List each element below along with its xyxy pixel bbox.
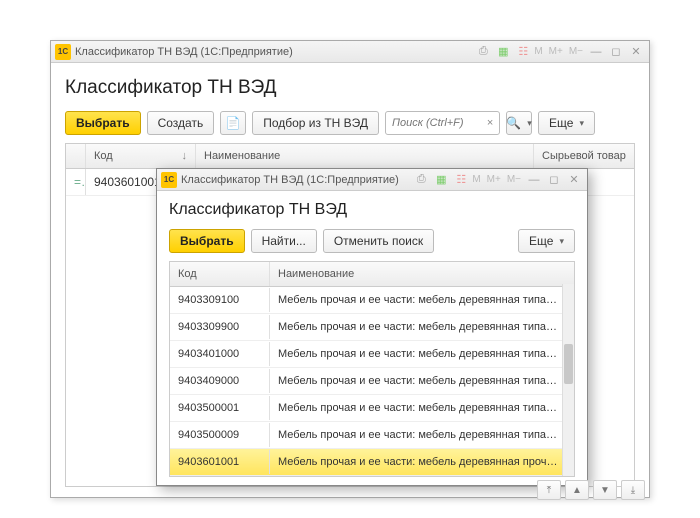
maximize-icon[interactable]: ◻ (607, 44, 625, 60)
search-input[interactable] (386, 117, 481, 129)
table-row[interactable]: 9403309100Мебель прочая и ее части: мебе… (170, 287, 574, 314)
table-row[interactable]: 9403500001Мебель прочая и ее части: мебе… (170, 395, 574, 422)
mem-mminus[interactable]: M− (567, 46, 585, 57)
popup-table-head: Код Наименование (170, 262, 574, 287)
print-icon[interactable]: ⎙ (474, 44, 492, 60)
table-row[interactable]: 9403309900Мебель прочая и ее части: мебе… (170, 314, 574, 341)
table-row[interactable]: 9403500009Мебель прочая и ее части: мебе… (170, 422, 574, 449)
table-row[interactable]: 9403409000Мебель прочая и ее части: мебе… (170, 368, 574, 395)
cell-code: 9403500009 (170, 423, 270, 447)
mem-mplus[interactable]: M+ (485, 174, 503, 185)
main-toolbar: Выбрать Создать 📄 Подбор из ТН ВЭД × 🔍 Е… (65, 111, 635, 135)
cell-code: 9403401000 (170, 342, 270, 366)
more-button[interactable]: Еще (518, 229, 575, 253)
scrollbar[interactable] (562, 284, 574, 476)
footer-nav: ⤒ ▲ ▼ ⤓ (537, 480, 645, 500)
page-title: Классификатор ТН ВЭД (65, 77, 635, 99)
col-code[interactable]: Код↓ (86, 144, 196, 168)
calendar-icon[interactable]: ☷ (452, 172, 470, 188)
nav-first-icon[interactable]: ⤒ (537, 480, 561, 500)
import-button[interactable]: Подбор из ТН ВЭД (252, 111, 379, 135)
window-title: Классификатор ТН ВЭД (1С:Предприятие) (75, 46, 472, 58)
sort-indicator-icon: ↓ (182, 150, 188, 162)
cell-name: Мебель прочая и ее части: мебель деревян… (270, 423, 574, 447)
row-marker-icon: = (66, 169, 86, 195)
find-button[interactable]: Найти... (251, 229, 317, 253)
mem-m[interactable]: M (470, 174, 482, 185)
cell-name: Мебель прочая и ее части: мебель деревян… (270, 288, 574, 312)
memory-buttons: M M+ M− (470, 174, 523, 185)
copy-icon[interactable]: 📄 (220, 111, 246, 135)
cell-code: 9403500001 (170, 396, 270, 420)
cell-code: 9403601001 (170, 450, 270, 474)
cell-name: Мебель прочая и ее части: мебель деревян… (270, 342, 574, 366)
popup-titlebar: 1С Классификатор ТН ВЭД (1С:Предприятие)… (157, 169, 587, 191)
col-name[interactable]: Наименование (270, 262, 574, 286)
cell-code: 9403409000 (170, 369, 270, 393)
cell-name: Мебель прочая и ее части: мебель деревян… (270, 396, 574, 420)
calc-icon[interactable]: ▦ (432, 172, 450, 188)
scrollbar-thumb[interactable] (564, 344, 573, 384)
mem-mplus[interactable]: M+ (547, 46, 565, 57)
table-row[interactable]: 9403601001Мебель прочая и ее части: мебе… (170, 449, 574, 476)
popup-heading: Классификатор ТН ВЭД (169, 201, 575, 219)
app-logo-icon: 1С (161, 172, 177, 188)
popup-table: Код Наименование 9403309100Мебель прочая… (169, 261, 575, 477)
search-input-wrap: × (385, 111, 500, 135)
cell-name: Мебель прочая и ее части: мебель деревян… (270, 315, 574, 339)
nav-last-icon[interactable]: ⤓ (621, 480, 645, 500)
col-code[interactable]: Код (170, 262, 270, 286)
maximize-icon[interactable]: ◻ (545, 172, 563, 188)
minimize-icon[interactable]: — (587, 44, 605, 60)
memory-buttons: M M+ M− (532, 46, 585, 57)
cancel-search-button[interactable]: Отменить поиск (323, 229, 434, 253)
popup-toolbar: Выбрать Найти... Отменить поиск Еще (169, 229, 575, 253)
nav-down-icon[interactable]: ▼ (593, 480, 617, 500)
select-button[interactable]: Выбрать (169, 229, 245, 253)
popup-window: 1С Классификатор ТН ВЭД (1С:Предприятие)… (156, 168, 588, 486)
app-logo-icon: 1С (55, 44, 71, 60)
calc-icon[interactable]: ▦ (494, 44, 512, 60)
cell-name: Мебель прочая и ее части: мебель деревян… (270, 369, 574, 393)
col-ext[interactable]: Сырьевой товар (534, 144, 634, 168)
minimize-icon[interactable]: — (525, 172, 543, 188)
nav-up-icon[interactable]: ▲ (565, 480, 589, 500)
popup-title: Классификатор ТН ВЭД (1С:Предприятие) (181, 174, 410, 186)
close-icon[interactable]: ✕ (627, 44, 645, 60)
main-titlebar: 1С Классификатор ТН ВЭД (1С:Предприятие)… (51, 41, 649, 63)
search-dropdown-button[interactable]: 🔍 (506, 111, 532, 135)
table-row[interactable]: 9403401000Мебель прочая и ее части: мебе… (170, 341, 574, 368)
col-name[interactable]: Наименование (196, 144, 534, 168)
col-icon (66, 144, 86, 168)
select-button[interactable]: Выбрать (65, 111, 141, 135)
cell-code: 9403309900 (170, 315, 270, 339)
cell-name: Мебель прочая и ее части: мебель деревян… (270, 450, 574, 474)
create-button[interactable]: Создать (147, 111, 215, 135)
mem-m[interactable]: M (532, 46, 544, 57)
clear-search-icon[interactable]: × (481, 117, 499, 129)
mem-mminus[interactable]: M− (505, 174, 523, 185)
more-button[interactable]: Еще (538, 111, 595, 135)
main-table-head: Код↓ Наименование Сырьевой товар (66, 144, 634, 169)
calendar-icon[interactable]: ☷ (514, 44, 532, 60)
print-icon[interactable]: ⎙ (412, 172, 430, 188)
close-icon[interactable]: ✕ (565, 172, 583, 188)
cell-code: 9403309100 (170, 288, 270, 312)
